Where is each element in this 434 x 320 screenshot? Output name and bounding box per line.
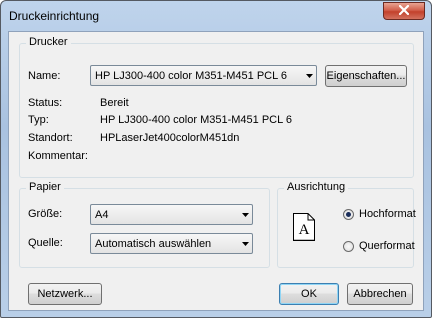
ok-button[interactable]: OK [279,283,339,305]
title-bar[interactable]: Druckeinrichtung [1,1,431,31]
location-value: HPLaserJet400colorM451dn [100,132,240,144]
paper-source-value: Automatisch auswählen [95,237,212,250]
paper-size-select[interactable]: A4 [90,204,253,225]
portrait-label: Hochformat [359,208,416,220]
chevron-down-icon [302,73,316,78]
printer-name-select[interactable]: HP LJ300-400 color M351-M451 PCL 6 [90,65,317,86]
portrait-radio-button[interactable] [343,208,354,220]
printer-group-label: Drucker [26,36,71,48]
landscape-radio[interactable]: Querformat [343,240,415,252]
status-value: Bereit [100,97,129,109]
print-setup-dialog: Druckeinrichtung Drucker Name: HP LJ300-… [0,0,432,318]
landscape-label: Querformat [359,240,415,252]
svg-text:A: A [299,222,310,238]
paper-group: Papier Größe: A4 Quelle: Automatisch aus… [19,181,270,268]
portrait-radio[interactable]: Hochformat [343,208,416,220]
paper-size-value: A4 [95,208,109,221]
printer-name-label: Name: [28,70,61,82]
location-label: Standort: [28,132,73,144]
orientation-group: Ausrichtung A Hochformat Querformat [277,181,416,268]
page-orientation-icon: A [293,213,315,242]
cancel-button[interactable]: Abbrechen [347,283,413,305]
type-value: HP LJ300-400 color M351-M451 PCL 6 [100,114,292,126]
dialog-body: Drucker Name: HP LJ300-400 color M351-M4… [8,31,424,311]
properties-button[interactable]: Eigenschaften... [325,65,407,87]
paper-source-label: Quelle: [28,237,63,249]
close-icon [398,4,410,18]
landscape-radio-button[interactable] [343,240,354,252]
orientation-group-label: Ausrichtung [284,181,349,193]
paper-source-select[interactable]: Automatisch auswählen [90,233,253,254]
chevron-down-icon [238,241,252,246]
window-title: Druckeinrichtung [9,9,100,23]
printer-name-value: HP LJ300-400 color M351-M451 PCL 6 [95,69,287,82]
status-label: Status: [28,97,63,109]
comment-label: Kommentar: [28,150,88,162]
paper-size-label: Größe: [28,208,63,220]
type-label: Typ: [28,114,49,126]
close-button[interactable] [383,2,425,20]
paper-group-label: Papier [26,181,64,193]
network-button[interactable]: Netzwerk... [28,283,102,305]
chevron-down-icon [238,212,252,217]
printer-group: Drucker Name: HP LJ300-400 color M351-M4… [19,36,414,178]
